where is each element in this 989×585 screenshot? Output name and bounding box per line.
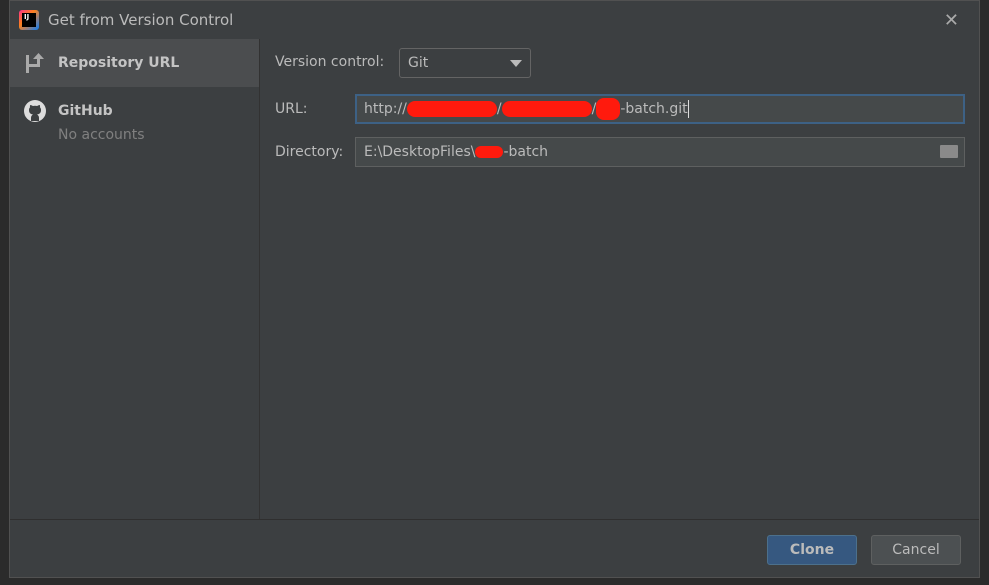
directory-input[interactable]: E:\DesktopFiles\ -batch [355, 137, 965, 167]
redaction [406, 101, 497, 117]
clone-button[interactable]: Clone [767, 535, 857, 565]
chevron-down-icon [510, 60, 522, 67]
redaction [501, 101, 592, 117]
sidebar-item-label: Repository URL [58, 55, 180, 71]
sidebar-item-repository-url[interactable]: Repository URL [10, 39, 259, 87]
sidebar-item-label: GitHub [58, 103, 113, 119]
cancel-button[interactable]: Cancel [871, 535, 961, 565]
sidebar: Repository URL GitHub No accounts [10, 39, 260, 519]
text-cursor [687, 100, 689, 118]
url-input[interactable]: http:/// / -batch.git [355, 94, 965, 124]
redaction [475, 146, 504, 158]
redaction [596, 98, 621, 120]
version-control-label: Version control: [275, 54, 385, 70]
github-icon [24, 100, 46, 122]
main-panel: Version control: Git URL: http:/// / -batc… [261, 39, 979, 519]
directory-label: Directory: [275, 144, 344, 160]
intellij-icon: IJ [19, 10, 39, 30]
directory-prefix: E:\DesktopFiles\ [364, 144, 476, 160]
directory-suffix: -batch [503, 144, 549, 160]
repository-url-icon [24, 52, 46, 74]
close-icon[interactable]: ✕ [944, 10, 959, 31]
url-prefix: http:// [364, 101, 407, 117]
title-bar: IJ Get from Version Control ✕ [10, 1, 979, 39]
url-suffix: -batch.git [620, 101, 688, 117]
dialog-title: Get from Version Control [48, 11, 234, 29]
github-accounts-status: No accounts [58, 127, 145, 143]
url-label: URL: [275, 101, 308, 117]
dialog-footer: Clone Cancel [10, 519, 979, 579]
url-sep: / [496, 101, 502, 117]
folder-icon[interactable] [940, 145, 958, 158]
get-from-vcs-dialog: IJ Get from Version Control ✕ Repository… [9, 0, 980, 578]
version-control-value: Git [408, 55, 429, 71]
version-control-select[interactable]: Git [399, 48, 531, 78]
